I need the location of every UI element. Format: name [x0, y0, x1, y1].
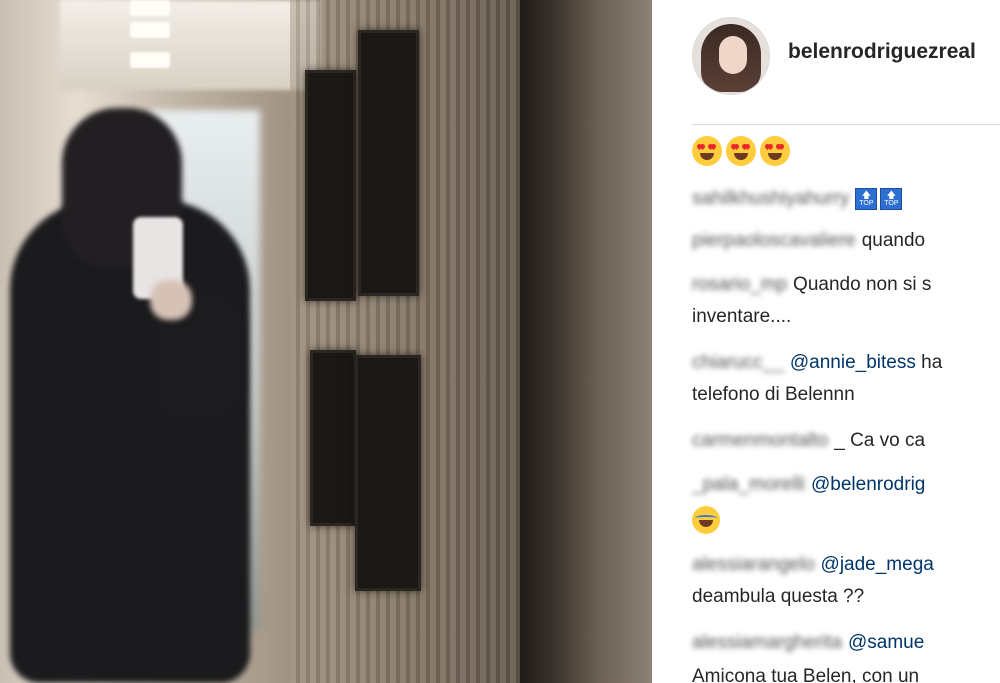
- comment-text: ha: [915, 352, 943, 373]
- laughing-tears-emoji-icon: [692, 506, 720, 534]
- caption-emoji-row: [692, 136, 794, 166]
- comment-username[interactable]: rosario_mp: [692, 274, 787, 295]
- wall-frame: [358, 30, 419, 296]
- comment-text: _ Ca vo ca: [834, 430, 926, 451]
- top-badge-icon: 🡅 TOP: [855, 187, 878, 210]
- comment-row: rosario_mp Quando non si s: [692, 272, 931, 298]
- heart-eyes-emoji-icon: [760, 136, 790, 166]
- comment-row: _pala_morelli @belenrodrig: [692, 472, 925, 498]
- ceiling: [60, 0, 320, 90]
- post-media[interactable]: [0, 0, 652, 683]
- comment-username[interactable]: pierpaoloscavaliere: [692, 230, 856, 251]
- comment-continuation: telefono di Belennn: [692, 384, 855, 405]
- heart-eyes-emoji-icon: [692, 136, 722, 166]
- comment-username[interactable]: chiarucc__: [692, 352, 784, 373]
- comment-row: alessiamargherita @samue: [692, 630, 924, 656]
- divider: [692, 124, 1000, 125]
- comments-panel: belenrodriguezreal sahilkhushiyahurry 🡅 TO…: [652, 0, 1000, 683]
- comment-row: sahilkhushiyahurry 🡅 TOP 🡅 TOP: [692, 186, 905, 212]
- ceiling-light: [130, 22, 170, 38]
- comment-username[interactable]: alessiamargherita: [692, 632, 842, 653]
- username[interactable]: belenrodriguezreal: [788, 40, 976, 64]
- comment-continuation: Amicona tua Belen, con un: [692, 666, 920, 683]
- comment-mention[interactable]: @annie_bitess: [790, 352, 916, 373]
- wall-frame: [305, 70, 356, 301]
- doorframe: [520, 0, 652, 683]
- comment-row: carmenmontalto _ Ca vo ca: [692, 428, 925, 454]
- person: [10, 200, 250, 683]
- comment-text: quando: [861, 230, 926, 251]
- comment-mention[interactable]: @jade_mega: [821, 554, 934, 575]
- top-badge-icon: 🡅 TOP: [880, 187, 903, 210]
- comment-row: alessiarangelo @jade_mega: [692, 552, 934, 578]
- comment-text: Quando non si s: [793, 274, 932, 295]
- comment-mention[interactable]: @belenrodrig: [811, 474, 925, 495]
- comment-username[interactable]: alessiarangelo: [692, 554, 815, 575]
- wall-frame: [355, 355, 421, 591]
- post-header: belenrodriguezreal: [652, 0, 1000, 105]
- hand: [150, 280, 192, 320]
- comment-username[interactable]: sahilkhushiyahurry: [692, 188, 849, 209]
- comment-continuation: inventare....: [692, 306, 792, 327]
- wall-frame: [310, 350, 356, 526]
- heart-eyes-emoji-icon: [726, 136, 756, 166]
- comment-row: chiarucc__ @annie_bitess ha: [692, 350, 942, 376]
- comment-row: pierpaoloscavaliere quando: [692, 228, 925, 254]
- comment-mention[interactable]: @samue: [848, 632, 924, 653]
- ceiling-light: [130, 52, 170, 68]
- comment-continuation: [692, 506, 720, 534]
- comment-continuation: deambula questa ??: [692, 586, 865, 607]
- ceiling-light: [130, 0, 170, 16]
- avatar[interactable]: [692, 17, 770, 95]
- comment-username[interactable]: carmenmontalto: [692, 430, 828, 451]
- comment-username[interactable]: _pala_morelli: [692, 474, 805, 495]
